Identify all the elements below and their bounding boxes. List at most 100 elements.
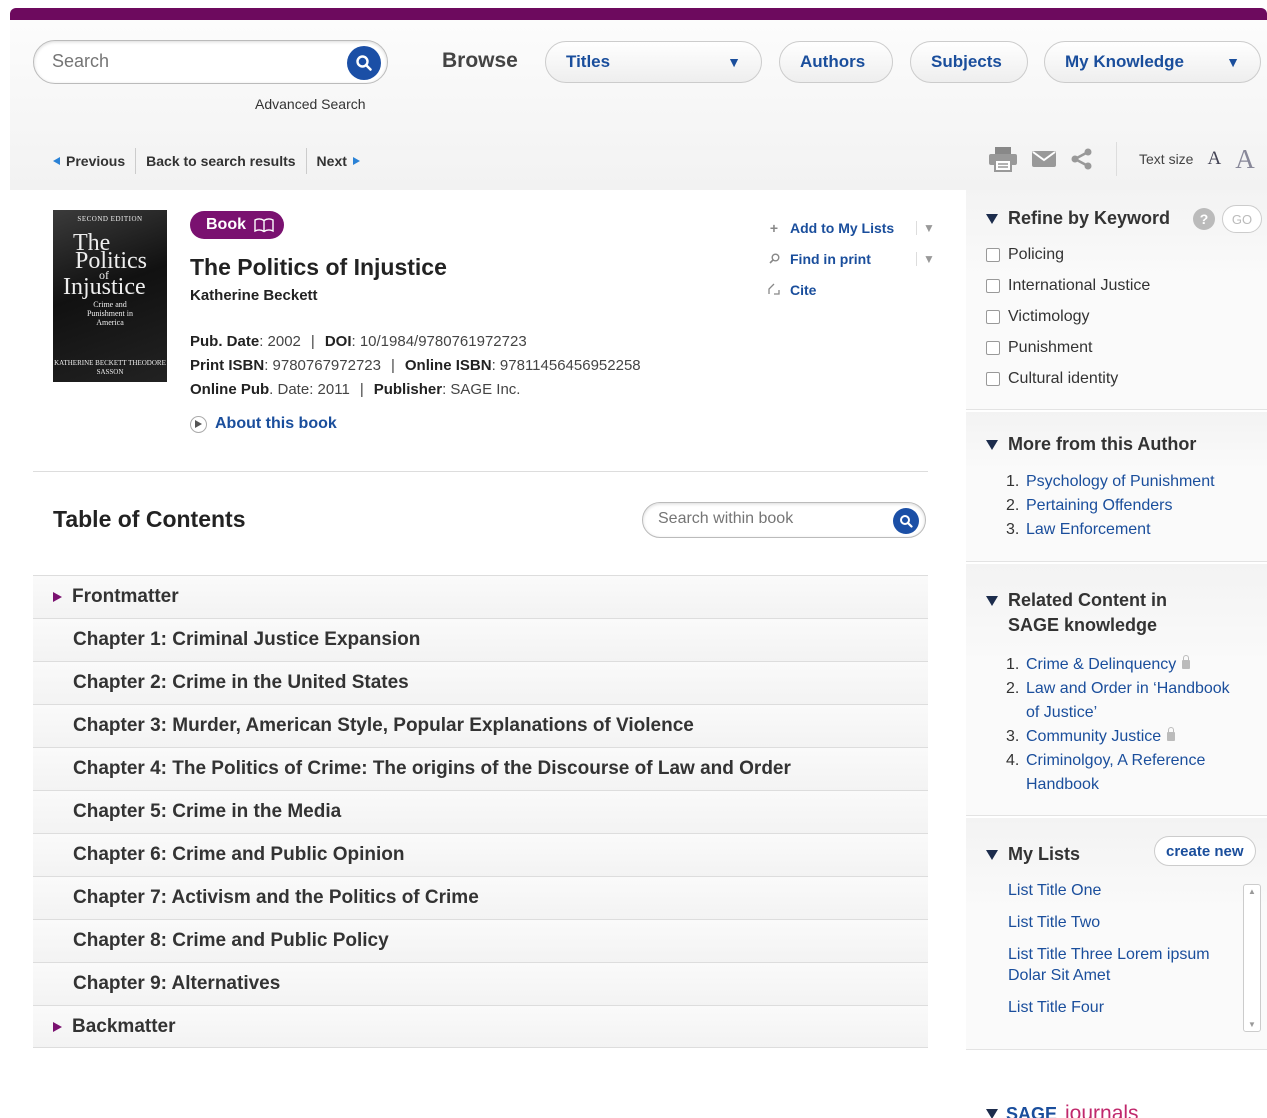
text-size-large-button[interactable]: A: [1235, 144, 1255, 175]
text-size-small-button[interactable]: A: [1207, 148, 1221, 170]
toc-row-label: Chapter 3: Murder, American Style, Popul…: [73, 715, 694, 736]
cover-title-line: Politics: [75, 248, 148, 274]
toc-row-chapter[interactable]: Chapter 4: The Politics of Crime: The or…: [33, 747, 928, 790]
list-title-link[interactable]: List Title Four: [1008, 997, 1233, 1018]
book-author[interactable]: Katherine Beckett: [190, 287, 318, 304]
refine-panel-header[interactable]: Refine by Keyword: [986, 206, 1170, 231]
my-knowledge-dropdown[interactable]: My Knowledge ▼: [1044, 41, 1261, 83]
search-button[interactable]: [347, 46, 381, 80]
checkbox[interactable]: [986, 310, 1000, 324]
checkbox[interactable]: [986, 372, 1000, 386]
more-author-header[interactable]: More from this Author: [986, 432, 1196, 457]
keyword-option[interactable]: Cultural identity: [986, 370, 1118, 388]
publisher-value: SAGE Inc.: [450, 381, 521, 398]
collapse-triangle-icon: [986, 850, 998, 860]
online-pub-value: 2011: [317, 381, 350, 398]
advanced-search-link[interactable]: Advanced Search: [255, 96, 366, 112]
toc-row-frontmatter[interactable]: Frontmatter: [33, 575, 928, 618]
keyword-option[interactable]: Policing: [986, 246, 1064, 264]
online-isbn-label: Online ISBN: [404, 357, 492, 374]
author-title-link[interactable]: Pertaining Offenders: [1026, 494, 1172, 518]
search-within-book-input[interactable]: [658, 510, 878, 528]
subjects-button[interactable]: Subjects: [910, 41, 1028, 83]
previous-link[interactable]: Previous: [66, 153, 125, 169]
related-link[interactable]: Law and Order in ‘Handbook of Justice’: [1026, 677, 1246, 725]
refine-panel-title: Refine by Keyword: [1008, 208, 1171, 228]
toc-row-chapter[interactable]: Chapter 1: Criminal Justice Expansion: [33, 618, 928, 661]
list-item: 1. Crime & Delinquency: [1006, 653, 1246, 677]
global-search-box[interactable]: [33, 40, 388, 84]
share-icon[interactable]: [1070, 148, 1094, 170]
toc-row-chapter[interactable]: Chapter 6: Crime and Public Opinion: [33, 833, 928, 876]
more-from-author-panel: More from this Author 1. Psychology of Pu…: [966, 412, 1267, 562]
list-number: 2.: [1006, 680, 1020, 697]
plus-icon: +: [769, 219, 779, 236]
list-title-link[interactable]: List Title Three Lorem ipsum Dolar Sit A…: [1008, 944, 1233, 986]
toc-row-label: Chapter 7: Activism and the Politics of …: [73, 887, 479, 908]
create-new-list-button[interactable]: create new: [1154, 836, 1256, 866]
keyword-option[interactable]: Punishment: [986, 339, 1093, 357]
next-link[interactable]: Next: [317, 153, 347, 169]
list-title-link[interactable]: List Title Two: [1008, 912, 1233, 933]
toc-row-chapter[interactable]: Chapter 9: Alternatives: [33, 962, 928, 1005]
doi-value: 10/1984/9780761972723: [359, 333, 527, 350]
checkbox[interactable]: [986, 341, 1000, 355]
toc-row-chapter[interactable]: Chapter 7: Activism and the Politics of …: [33, 876, 928, 919]
related-content-header[interactable]: Related Content in SAGE knowledge: [986, 588, 1167, 638]
checkbox[interactable]: [986, 279, 1000, 293]
list-title-link[interactable]: List Title One: [1008, 880, 1233, 901]
titles-dropdown[interactable]: Titles ▼: [545, 41, 762, 83]
keyword-label: Policing: [1008, 246, 1065, 263]
subjects-label: Subjects: [931, 52, 1002, 71]
related-link[interactable]: Crime & Delinquency: [1026, 656, 1176, 673]
scroll-down-icon[interactable]: ▼: [1244, 1020, 1260, 1029]
cite-action[interactable]: Cite: [768, 274, 894, 305]
scroll-up-icon[interactable]: ▲: [1244, 887, 1260, 896]
related-link[interactable]: Criminolgoy, A Reference Handbook: [1026, 749, 1246, 797]
list-item: 1. Psychology of Punishment: [1006, 470, 1215, 494]
toc-row-backmatter[interactable]: Backmatter: [33, 1005, 928, 1048]
cover-edition: SECOND EDITION: [77, 215, 143, 223]
toc-row-chapter[interactable]: Chapter 3: Murder, American Style, Popul…: [33, 704, 928, 747]
book-cover-image[interactable]: SECOND EDITION The Politics of Injustice…: [53, 210, 167, 382]
dropdown-arrow-icon[interactable]: ▼: [916, 220, 935, 235]
search-within-book-button[interactable]: [893, 508, 919, 534]
search-within-book-box[interactable]: [642, 502, 926, 538]
toc-row-chapter[interactable]: Chapter 5: Crime in the Media: [33, 790, 928, 833]
right-sidebar: Refine by Keyword ? GO Policing Internat…: [966, 190, 1267, 1118]
print-icon[interactable]: [988, 146, 1018, 172]
list-number: 1.: [1006, 473, 1020, 490]
toc-row-chapter[interactable]: Chapter 8: Crime and Public Policy: [33, 919, 928, 962]
about-this-book-link[interactable]: About this book: [190, 415, 337, 433]
keyword-option[interactable]: International Justice: [986, 277, 1150, 295]
dropdown-arrow-icon[interactable]: ▼: [916, 251, 935, 266]
divider: [305, 148, 307, 174]
more-author-title: More from this Author: [1008, 434, 1197, 454]
checkbox[interactable]: [986, 248, 1000, 262]
book-meta-line-1: Pub. Date: 2002 | DOI: 10/1984/97807619727…: [190, 333, 527, 350]
go-button[interactable]: GO: [1222, 205, 1262, 233]
help-icon[interactable]: ?: [1193, 208, 1215, 230]
collapse-triangle-icon: [986, 214, 998, 224]
cover-title-line: Injustice: [63, 274, 146, 300]
search-icon: [900, 515, 913, 528]
global-search-input[interactable]: [52, 51, 332, 72]
pub-date-value: 2002: [267, 333, 301, 350]
my-lists-panel: My Lists create new List Title One List …: [966, 818, 1267, 1050]
authors-button[interactable]: Authors: [779, 41, 893, 83]
keyword-option[interactable]: Victimology: [986, 308, 1090, 326]
find-in-print-action[interactable]: Find in print ▼: [768, 243, 935, 274]
toc-row-label: Chapter 5: Crime in the Media: [73, 801, 342, 822]
related-link[interactable]: Community Justice: [1026, 728, 1161, 745]
my-lists-scrollbar[interactable]: ▲ ▼: [1243, 884, 1261, 1032]
toc-row-chapter[interactable]: Chapter 2: Crime in the United States: [33, 661, 928, 704]
author-title-link[interactable]: Law Enforcement: [1026, 518, 1151, 542]
add-to-lists-action[interactable]: + Add to My Lists ▼: [768, 212, 935, 243]
my-lists-header[interactable]: My Lists: [986, 842, 1080, 867]
back-to-results-link[interactable]: Back to search results: [146, 153, 295, 169]
email-icon[interactable]: [1032, 151, 1056, 167]
sage-journals-header[interactable]: SAGE journals: [986, 1102, 1139, 1118]
book-badge-label: Book: [206, 216, 246, 233]
expand-circle-icon: [190, 415, 207, 433]
author-title-link[interactable]: Psychology of Punishment: [1026, 470, 1215, 494]
